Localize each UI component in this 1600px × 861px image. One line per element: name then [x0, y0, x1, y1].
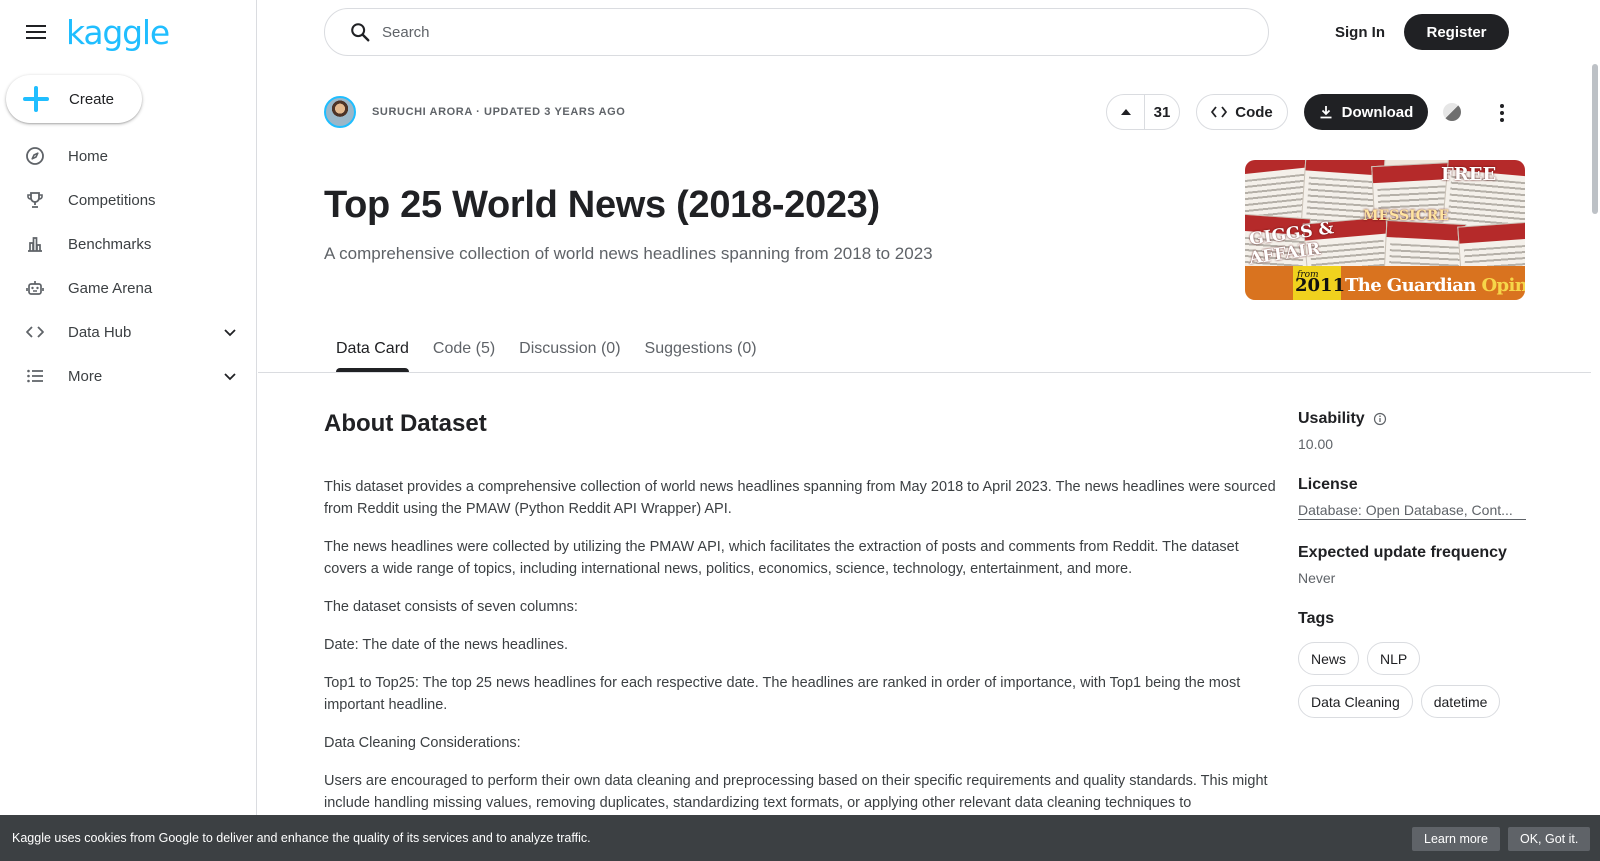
sidebar: kaggle Create Home Competitions Benchmar… [0, 0, 257, 861]
search-bar[interactable] [324, 8, 1269, 56]
sidebar-item-benchmarks[interactable]: Benchmarks [0, 222, 256, 266]
tab-suggestions[interactable]: Suggestions (0) [645, 330, 757, 372]
about-heading: About Dataset [324, 410, 487, 437]
usability-block: Usability 10.00 [1298, 410, 1526, 452]
sidebar-item-label: More [68, 367, 103, 385]
chevron-down-icon[interactable] [222, 324, 238, 340]
code-brackets-icon [1211, 106, 1228, 118]
search-icon [351, 23, 370, 42]
compass-icon [25, 146, 45, 166]
frequency-heading: Expected update frequency [1298, 544, 1507, 561]
robot-icon [25, 278, 45, 298]
sidebar-header: kaggle [22, 14, 170, 50]
upvote-widget: 31 [1106, 94, 1180, 130]
cover-headline: FREE [1441, 164, 1497, 185]
bar-chart-icon [25, 234, 45, 254]
plus-icon [23, 86, 49, 112]
info-icon[interactable] [1373, 412, 1387, 426]
search-input[interactable] [382, 23, 1182, 41]
sidebar-item-label: Competitions [68, 191, 156, 209]
dataset-meta: Usability 10.00 License Database: Open D… [1298, 410, 1526, 742]
more-options-icon[interactable] [1490, 101, 1514, 125]
about-paragraph: Users are encouraged to perform their ow… [324, 773, 1268, 811]
author-avatar[interactable] [324, 96, 356, 128]
download-button-label: Download [1341, 103, 1414, 121]
sidebar-item-label: Home [68, 147, 109, 165]
sidebar-item-label: Game Arena [68, 279, 153, 297]
license-link[interactable]: Database: Open Database, Cont... [1298, 502, 1526, 520]
upvote-button[interactable] [1107, 95, 1145, 129]
about-paragraph: Date: The date of the news headlines. [324, 637, 568, 653]
sidebar-item-label: Benchmarks [68, 235, 152, 253]
download-icon [1320, 106, 1332, 119]
sidebar-item-label: Data Hub [68, 323, 132, 341]
sidebar-item-competitions[interactable]: Competitions [0, 178, 256, 222]
trophy-icon [25, 190, 45, 210]
cookie-text: Kaggle uses cookies from Google to deliv… [12, 831, 591, 845]
about-paragraph: This dataset provides a comprehensive co… [324, 479, 1276, 517]
learn-more-button[interactable]: Learn more [1412, 827, 1500, 851]
about-body: This dataset provides a comprehensive co… [324, 476, 1276, 830]
about-paragraph: Top1 to Top25: The top 25 news headlines… [324, 675, 1241, 713]
sidebar-nav: Home Competitions Benchmarks Game Arena … [0, 134, 256, 398]
chevron-down-icon[interactable] [222, 368, 238, 384]
license-heading: License [1298, 476, 1358, 493]
kaggle-logo[interactable]: kaggle [66, 16, 170, 49]
usability-value: 10.00 [1298, 436, 1334, 452]
sidebar-item-data-hub[interactable]: Data Hub [0, 310, 256, 354]
license-block: License Database: Open Database, Cont... [1298, 476, 1526, 520]
dataset-tabs: Data Card Code (5) Discussion (0) Sugges… [336, 330, 781, 372]
code-brackets-icon [25, 322, 45, 342]
dataset-title: Top 25 World News (2018-2023) [324, 184, 880, 226]
cover-headline: MESSICRE [1363, 208, 1450, 224]
tab-data-card[interactable]: Data Card [336, 330, 409, 372]
tag-news[interactable]: News [1298, 642, 1360, 675]
page-scrollbar[interactable] [1592, 64, 1598, 214]
sign-in-button[interactable]: Sign In [1310, 14, 1410, 50]
cookie-banner: Kaggle uses cookies from Google to deliv… [0, 815, 1600, 861]
download-button[interactable]: Download [1304, 94, 1428, 130]
create-label: Create [69, 90, 115, 108]
cookie-ok-button[interactable]: OK, Got it. [1508, 827, 1591, 851]
theme-toggle-icon[interactable] [1443, 103, 1461, 121]
code-button-label: Code [1235, 103, 1273, 121]
tag-nlp[interactable]: NLP [1367, 642, 1421, 675]
create-button[interactable]: Create [6, 75, 142, 123]
frequency-value: Never [1298, 570, 1336, 586]
tag-list: News NLP Data Cleaning datetime [1298, 642, 1526, 718]
frequency-block: Expected update frequency Never [1298, 544, 1526, 586]
tag-datetime[interactable]: datetime [1420, 685, 1501, 718]
vote-count: 31 [1153, 103, 1171, 121]
about-paragraph: Data Cleaning Considerations: [324, 735, 521, 751]
dataset-cover-image: GIGGS & AFFAIR MESSICRE FREE from 2011 T… [1245, 160, 1525, 300]
about-paragraph: The dataset consists of seven columns: [324, 599, 578, 615]
about-paragraph: The news headlines were collected by uti… [324, 539, 1239, 577]
sidebar-item-home[interactable]: Home [0, 134, 256, 178]
author-byline[interactable]: Suruchi Arora · Updated 3 years ago [372, 106, 625, 118]
cover-brand: The Guardian Opinions [1345, 275, 1525, 296]
usability-heading: Usability [1298, 410, 1526, 428]
hamburger-menu-icon[interactable] [22, 18, 50, 46]
sidebar-item-more[interactable]: More [0, 354, 256, 398]
list-icon [25, 366, 45, 386]
caret-up-icon [1120, 109, 1131, 115]
tab-code[interactable]: Code (5) [433, 330, 495, 372]
tag-data-cleaning[interactable]: Data Cleaning [1298, 685, 1413, 718]
tabs-divider [258, 372, 1591, 373]
code-button[interactable]: Code [1196, 94, 1288, 130]
tags-block: Tags News NLP Data Cleaning datetime [1298, 610, 1526, 718]
tags-heading: Tags [1298, 610, 1335, 627]
sidebar-item-game-arena[interactable]: Game Arena [0, 266, 256, 310]
cover-year: 2011 [1295, 275, 1346, 296]
register-button[interactable]: Register [1404, 14, 1509, 50]
tab-discussion[interactable]: Discussion (0) [519, 330, 620, 372]
dataset-subtitle: A comprehensive collection of world news… [324, 244, 933, 263]
